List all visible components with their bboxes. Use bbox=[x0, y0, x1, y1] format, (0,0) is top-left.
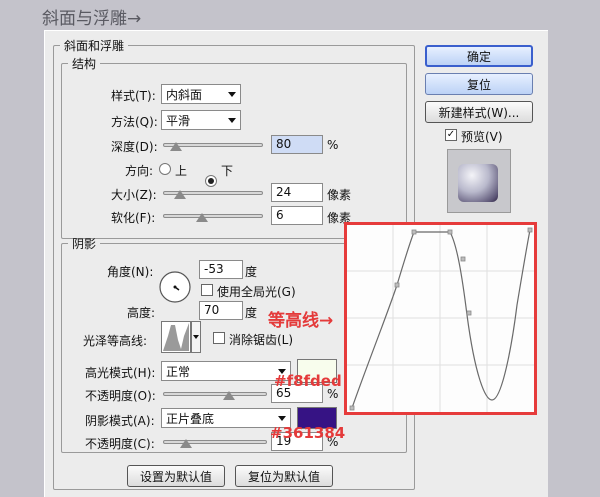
altitude-label: 高度: bbox=[127, 306, 156, 320]
size-unit: 像素 bbox=[327, 188, 352, 202]
checkmark-icon: ✓ bbox=[446, 129, 456, 140]
shadow-opacity-thumb[interactable] bbox=[180, 439, 193, 448]
highlight-mode-label: 高光模式(H): bbox=[85, 366, 156, 380]
angle-dial-icon bbox=[159, 271, 191, 303]
contour-curve-graph bbox=[347, 225, 534, 412]
preview-image bbox=[458, 164, 498, 202]
size-slider[interactable] bbox=[163, 188, 263, 199]
anti-alias-checkbox[interactable] bbox=[213, 332, 225, 344]
altitude-input[interactable]: 70 bbox=[199, 301, 243, 320]
depth-slider[interactable] bbox=[163, 140, 263, 151]
ok-button[interactable]: 确定 bbox=[425, 45, 533, 67]
page-title: 斜面与浮雕→ bbox=[42, 9, 142, 29]
highlight-opacity-label: 不透明度(O): bbox=[85, 389, 156, 403]
direction-label: 方向: bbox=[125, 164, 154, 178]
highlight-opacity-slider[interactable] bbox=[163, 389, 267, 400]
altitude-unit: 度 bbox=[245, 306, 258, 320]
method-select-value: 平滑 bbox=[166, 113, 191, 128]
gloss-contour-swatch[interactable] bbox=[161, 321, 191, 353]
shading-title: 阴影 bbox=[72, 237, 97, 251]
soften-slider-thumb[interactable] bbox=[195, 213, 208, 222]
gloss-contour-dropdown[interactable] bbox=[191, 321, 201, 353]
chevron-down-icon bbox=[228, 117, 236, 123]
global-light-label: 使用全局光(G) bbox=[217, 285, 296, 299]
style-label: 样式(T): bbox=[111, 89, 156, 103]
direction-down-label: 下 bbox=[221, 164, 234, 178]
angle-label: 角度(N): bbox=[107, 265, 154, 279]
chevron-down-icon bbox=[278, 415, 286, 421]
bevel-emboss-group-title: 斜面和浮雕 bbox=[64, 39, 125, 53]
highlight-opacity-thumb[interactable] bbox=[222, 391, 235, 400]
global-light-checkbox[interactable] bbox=[201, 284, 213, 296]
highlight-mode-value: 正常 bbox=[166, 364, 191, 379]
contour-zoom-panel bbox=[344, 222, 537, 415]
chevron-down-icon bbox=[193, 335, 199, 339]
structure-title: 结构 bbox=[72, 57, 97, 71]
depth-slider-thumb[interactable] bbox=[170, 142, 183, 151]
direction-up-radio[interactable] bbox=[159, 163, 171, 175]
preview-label: 预览(V) bbox=[461, 130, 503, 144]
shadow-hex-annotation: #361384 bbox=[270, 424, 346, 442]
direction-up-label: 上 bbox=[175, 164, 188, 178]
soften-label: 软化(F): bbox=[111, 211, 156, 225]
contour-annotation: 等高线→ bbox=[268, 311, 334, 331]
depth-input[interactable]: 80 bbox=[271, 135, 323, 154]
shadow-opacity-label: 不透明度(C): bbox=[85, 437, 155, 451]
set-default-button[interactable]: 设置为默认值 bbox=[127, 465, 225, 487]
depth-label: 深度(D): bbox=[111, 140, 158, 154]
reset-default-button[interactable]: 复位为默认值 bbox=[235, 465, 333, 487]
direction-down-radio[interactable] bbox=[205, 175, 217, 187]
size-slider-thumb[interactable] bbox=[173, 190, 186, 199]
style-select-value: 内斜面 bbox=[166, 87, 203, 102]
shadow-mode-label: 阴影模式(A): bbox=[85, 414, 155, 428]
size-input[interactable]: 24 bbox=[271, 183, 323, 202]
angle-input[interactable]: -53 bbox=[199, 260, 243, 279]
preview-checkbox[interactable]: ✓ bbox=[445, 129, 457, 141]
method-label: 方法(Q): bbox=[111, 115, 158, 129]
style-select[interactable]: 内斜面 bbox=[161, 84, 241, 104]
gloss-contour-label: 光泽等高线: bbox=[83, 334, 148, 348]
highlight-mode-select[interactable]: 正常 bbox=[161, 361, 291, 381]
contour-thumbnail-icon bbox=[163, 323, 189, 351]
angle-unit: 度 bbox=[245, 265, 258, 279]
method-select[interactable]: 平滑 bbox=[161, 110, 241, 130]
preview-thumbnail bbox=[447, 149, 511, 213]
size-label: 大小(Z): bbox=[111, 188, 157, 202]
angle-dial[interactable] bbox=[159, 271, 191, 303]
highlight-hex-annotation: #f8fded bbox=[274, 372, 342, 390]
chevron-down-icon bbox=[228, 91, 236, 97]
anti-alias-label: 消除锯齿(L) bbox=[229, 333, 294, 347]
new-style-button[interactable]: 新建样式(W)... bbox=[425, 101, 533, 123]
shadow-opacity-slider[interactable] bbox=[163, 437, 267, 448]
shadow-mode-value: 正片叠底 bbox=[166, 411, 215, 426]
soften-input[interactable]: 6 bbox=[271, 206, 323, 225]
depth-unit: % bbox=[327, 138, 339, 152]
reset-button[interactable]: 复位 bbox=[425, 73, 533, 95]
soften-slider[interactable] bbox=[163, 211, 263, 222]
